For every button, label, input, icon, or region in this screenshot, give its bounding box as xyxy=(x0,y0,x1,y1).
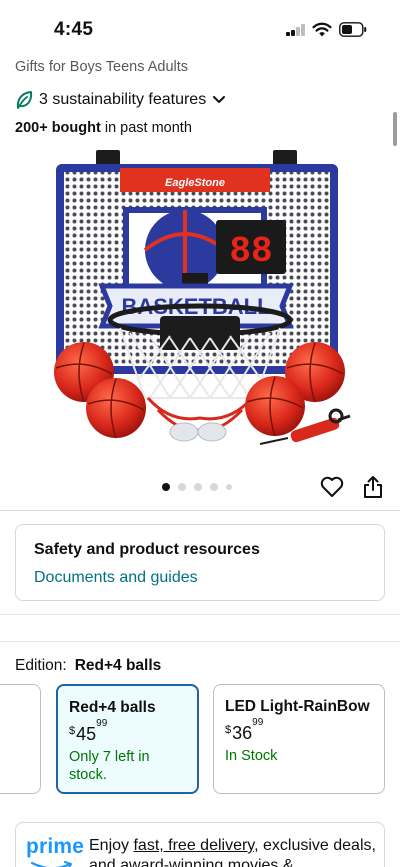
option-stock: In Stock xyxy=(225,748,278,764)
edition-label: Edition: xyxy=(15,657,67,674)
edition-row: Edition: Red+4 balls xyxy=(15,657,161,675)
carousel-dot[interactable] xyxy=(226,484,232,490)
section-divider xyxy=(0,510,400,511)
bought-count-rest: in past month xyxy=(100,120,192,136)
leaf-icon xyxy=(16,91,33,109)
prime-logo: prime xyxy=(26,835,85,858)
edition-option-led-rainbow[interactable]: LED Light-RainBow $3699 In Stock xyxy=(213,684,385,794)
status-bar: 4:45 xyxy=(0,0,400,58)
carousel-dot[interactable] xyxy=(210,483,218,491)
edition-selected-value: Red+4 balls xyxy=(74,657,162,674)
product-subtitle: Gifts for Boys Teens Adults xyxy=(15,59,189,75)
status-time: 4:45 xyxy=(54,19,94,40)
heart-icon[interactable] xyxy=(320,476,344,498)
ball-4 xyxy=(245,376,305,436)
image-carousel-dots[interactable] xyxy=(162,483,232,491)
bought-count-bold: 200+ bought xyxy=(15,120,101,136)
prime-text-1: Enjoy xyxy=(89,837,134,854)
section-separator xyxy=(0,614,400,642)
signal-icon xyxy=(286,24,306,36)
prime-smile-icon xyxy=(30,861,72,867)
option-title: LED Light-RainBow xyxy=(225,698,370,715)
carousel-dot[interactable] xyxy=(194,483,202,491)
carousel-dot[interactable] xyxy=(178,483,186,491)
share-icon[interactable] xyxy=(363,475,383,499)
wifi-icon xyxy=(312,22,332,37)
price-currency: $ xyxy=(69,725,76,737)
option-stock: Only 7 left in stock. xyxy=(69,749,150,783)
price-fraction: 99 xyxy=(96,718,108,729)
sustainability-label: 3 sustainability features xyxy=(39,91,207,108)
safety-resources-card[interactable]: Safety and product resources Documents a… xyxy=(15,524,385,601)
carousel-dot[interactable] xyxy=(162,483,170,491)
scrollbar-thumb[interactable] xyxy=(393,112,397,146)
edition-option-red-4-balls[interactable]: Red+4 balls $4599 Only 7 left in stock. xyxy=(56,684,199,794)
price-whole: 36 xyxy=(232,723,253,743)
battery-icon xyxy=(339,22,367,37)
score-text: 88 xyxy=(229,231,272,272)
price-currency: $ xyxy=(225,724,232,736)
option-price: $3699 xyxy=(225,717,263,744)
chevron-down-icon xyxy=(213,96,226,103)
option-price: $4599 xyxy=(69,718,107,745)
prime-promo-card[interactable]: prime Enjoy fast, free delivery, exclusi… xyxy=(15,822,385,867)
documents-guides-link[interactable]: Documents and guides xyxy=(34,569,198,587)
safety-title: Safety and product resources xyxy=(34,541,260,558)
option-title: Red+4 balls xyxy=(69,699,156,716)
brand-text: EagleStone xyxy=(165,177,225,189)
prime-text-link[interactable]: fast, free delivery, xyxy=(133,837,258,854)
sustainability-features-button[interactable]: 3 sustainability features xyxy=(15,89,226,111)
bought-count: 200+ bought in past month xyxy=(15,120,192,136)
edition-option-partial[interactable] xyxy=(0,684,41,794)
product-image[interactable]: EagleStone 88 BASKETBALL xyxy=(50,148,360,448)
ball-2 xyxy=(86,378,146,438)
prime-promo-text: Enjoy fast, free delivery, exclusive dea… xyxy=(89,836,379,867)
price-fraction: 99 xyxy=(252,717,264,728)
price-whole: 45 xyxy=(76,724,97,744)
